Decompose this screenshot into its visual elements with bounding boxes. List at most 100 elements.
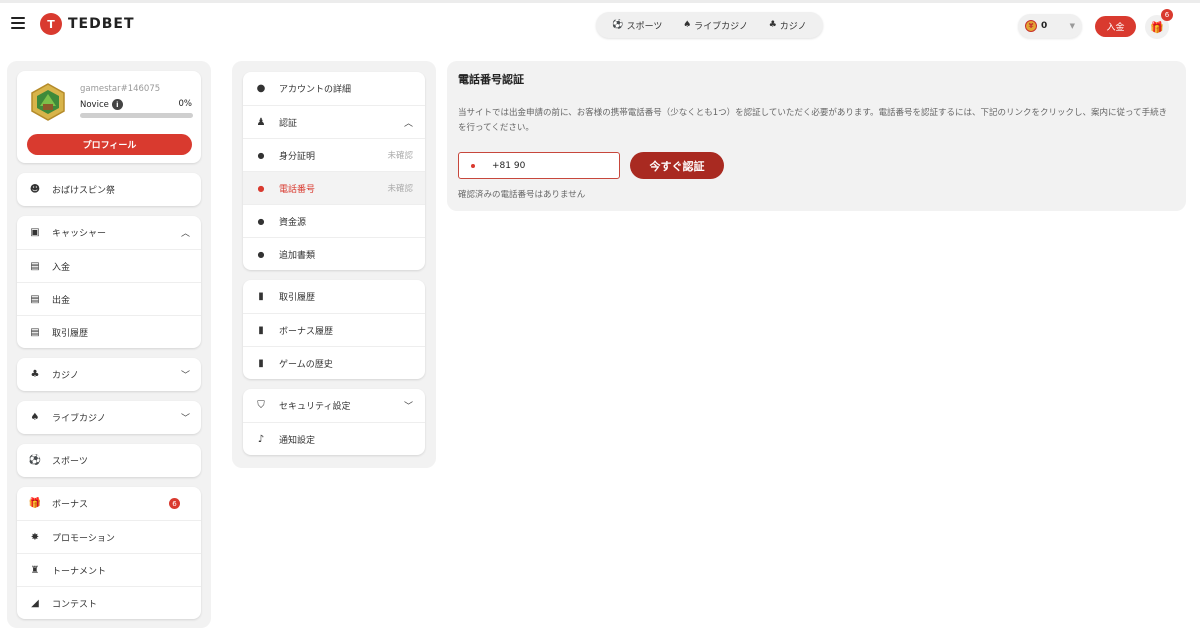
- header: T TEDBET ⚽ スポーツ ♠ ライブカジノ ♣ カジノ ¥ 0 ▼ 入金 …: [0, 3, 1200, 47]
- deposit-button[interactable]: 入金: [1095, 16, 1136, 37]
- nav-sports[interactable]: ⚽ スポーツ: [612, 19, 662, 32]
- sports-label: スポーツ: [52, 457, 88, 467]
- history-card: ▮ 取引履歴 ▮ ボーナス履歴 ▮ ゲームの歴史: [243, 280, 425, 379]
- cashier-label: キャッシャー: [52, 229, 107, 239]
- menu-icon[interactable]: [11, 17, 25, 29]
- deposit-label: 入金: [52, 262, 71, 273]
- withdraw-label: 出金: [52, 295, 71, 306]
- sidebar-item-tournament[interactable]: ♜ トーナメント: [17, 553, 201, 586]
- chevron-up-icon: ︿: [403, 118, 413, 129]
- user-icon: ♟: [256, 116, 266, 128]
- profile-card: gamestar#146075 Novice i 0% プロフィール: [17, 71, 201, 163]
- balance-value: 0: [1041, 21, 1048, 31]
- profile-button[interactable]: プロフィール: [27, 134, 192, 155]
- casino-label: カジノ: [52, 371, 79, 381]
- sidebar-item-casino[interactable]: ♣ カジノ ﹀: [17, 358, 201, 391]
- sidebar-item-transactions[interactable]: ▤ 取引履歴: [17, 315, 201, 348]
- account-details-label: アカウントの詳細: [279, 85, 352, 95]
- menu-verification[interactable]: ♟ 認証 ︿: [243, 105, 425, 138]
- chevron-up-icon: ︿: [180, 229, 190, 239]
- cashier-card: ▣ キャッシャー ︿ ▤ 入金 ▤ 出金 ▤ 取引履歴: [17, 216, 201, 348]
- spin-label: おばけスピン祭: [52, 186, 116, 196]
- nav-casino[interactable]: ♣ カジノ: [769, 19, 807, 32]
- chevron-down-icon: ﹀: [180, 414, 190, 424]
- menu-source-of-funds[interactable]: ● 資金源: [243, 204, 425, 237]
- identity-status: 未確認: [387, 151, 413, 161]
- level-label: Novice: [80, 99, 109, 110]
- page-description: 当サイトでは出金申請の前に、お客様の携帯電話番号（少なくとも1つ）を認証していた…: [458, 108, 1168, 133]
- ghost-icon: ☻: [29, 184, 41, 195]
- sidebar-item-live-casino[interactable]: ♠ ライブカジノ ﹀: [17, 401, 201, 434]
- phone-verification-panel: 電話番号認証 当サイトでは出金申請の前に、お客様の携帯電話番号（少なくとも1つ）…: [447, 61, 1186, 211]
- trophy-icon: ♜: [30, 564, 40, 576]
- sports-card: ⚽ スポーツ: [17, 444, 201, 477]
- info-icon[interactable]: i: [111, 99, 123, 110]
- menu-security-settings[interactable]: ⛉ セキュリティ設定 ﹀: [243, 389, 425, 422]
- slot-icon: ♣: [30, 369, 40, 380]
- sidebar-item-withdraw[interactable]: ▤ 出金: [17, 282, 201, 315]
- gift-badge: 6: [1161, 9, 1173, 21]
- identity-label: 身分証明: [279, 151, 316, 162]
- live-casino-card: ♠ ライブカジノ ﹀: [17, 401, 201, 434]
- sidebar-item-promotion[interactable]: ✸ プロモーション: [17, 520, 201, 553]
- sidebar-item-bonus[interactable]: 🎁 ボーナス 6: [17, 487, 201, 520]
- sidebar-item-spin[interactable]: ☻ おばけスピン祭: [17, 173, 201, 206]
- bell-icon: ♪: [257, 433, 265, 445]
- sidebar-item-contest[interactable]: ◢ コンテスト: [17, 586, 201, 619]
- phone-input[interactable]: +81 90: [458, 152, 620, 179]
- sidebar-item-sports[interactable]: ⚽ スポーツ: [17, 444, 201, 477]
- no-verified-phone-text: 確認済みの電話番号はありません: [458, 190, 586, 200]
- logo-text: TEDBET: [68, 16, 135, 32]
- verification-label: 認証: [279, 118, 298, 129]
- settings-card: ⛉ セキュリティ設定 ﹀ ♪ 通知設定: [243, 389, 425, 455]
- menu-bonus-history[interactable]: ▮ ボーナス履歴: [243, 313, 425, 346]
- nav-sports-label: スポーツ: [626, 21, 663, 32]
- promo-card: 🎁 ボーナス 6 ✸ プロモーション ♜ トーナメント ◢ コンテスト: [17, 487, 201, 619]
- level-progress-bar: [80, 113, 193, 118]
- soccer-ball-icon: ⚽: [28, 455, 42, 466]
- live-casino-label: ライブカジノ: [52, 414, 106, 424]
- menu-phone-number[interactable]: ● 電話番号 未確認: [243, 171, 425, 204]
- transaction-history-label: 取引履歴: [279, 293, 316, 303]
- verify-now-button[interactable]: 今すぐ認証: [630, 152, 724, 179]
- bonus-history-label: ボーナス履歴: [279, 326, 334, 337]
- document-icon: ▮: [258, 324, 264, 336]
- tournament-label: トーナメント: [52, 566, 107, 577]
- menu-account-details[interactable]: ● アカウントの詳細: [243, 72, 425, 105]
- sidebar-item-cashier[interactable]: ▣ キャッシャー ︿: [17, 216, 201, 249]
- menu-additional-documents[interactable]: ● 追加書類: [243, 237, 425, 270]
- sidebar-item-deposit[interactable]: ▤ 入金: [17, 249, 201, 282]
- nav-live-casino[interactable]: ♠ ライブカジノ: [683, 19, 748, 32]
- phone-number-status: 未確認: [387, 184, 413, 194]
- security-settings-label: セキュリティ設定: [279, 402, 351, 412]
- bullet-icon: ●: [257, 216, 265, 226]
- gift-icon: 🎁: [1150, 20, 1164, 34]
- top-nav: ⚽ スポーツ ♠ ライブカジノ ♣ カジノ: [596, 12, 823, 38]
- chart-icon: ◢: [31, 597, 39, 609]
- transactions-icon: ▤: [30, 326, 40, 338]
- promotion-label: プロモーション: [52, 533, 115, 544]
- bullet-icon: ●: [257, 249, 265, 259]
- menu-game-history[interactable]: ▮ ゲームの歴史: [243, 346, 425, 379]
- transactions-label: 取引履歴: [52, 328, 89, 339]
- username: gamestar#146075: [80, 84, 161, 94]
- account-menu: ● アカウントの詳細 ♟ 認証 ︿ ● 身分証明 未確認 ● 電話番号 未確認 …: [232, 61, 436, 468]
- dealer-icon: ♠: [683, 20, 692, 30]
- balance-selector[interactable]: ¥ 0 ▼: [1018, 14, 1082, 38]
- avatar[interactable]: [28, 82, 68, 122]
- gift-button[interactable]: 🎁 6: [1145, 9, 1173, 39]
- logo[interactable]: T TEDBET: [40, 13, 135, 35]
- menu-identity[interactable]: ● 身分証明 未確認: [243, 138, 425, 171]
- nav-live-casino-label: ライブカジノ: [694, 21, 748, 32]
- additional-documents-label: 追加書類: [279, 250, 316, 261]
- bonus-label: ボーナス: [52, 500, 89, 510]
- menu-notification-settings[interactable]: ♪ 通知設定: [243, 422, 425, 455]
- chevron-down-icon: ﹀: [180, 371, 190, 381]
- logo-mark: T: [40, 13, 62, 35]
- star-icon: ✸: [30, 531, 40, 543]
- bullet-icon: ●: [257, 183, 265, 193]
- progress-percent: 0%: [178, 99, 193, 109]
- menu-transaction-history[interactable]: ▮ 取引履歴: [243, 280, 425, 313]
- gift-icon: 🎁: [28, 498, 42, 509]
- chevron-down-icon: ﹀: [403, 402, 413, 412]
